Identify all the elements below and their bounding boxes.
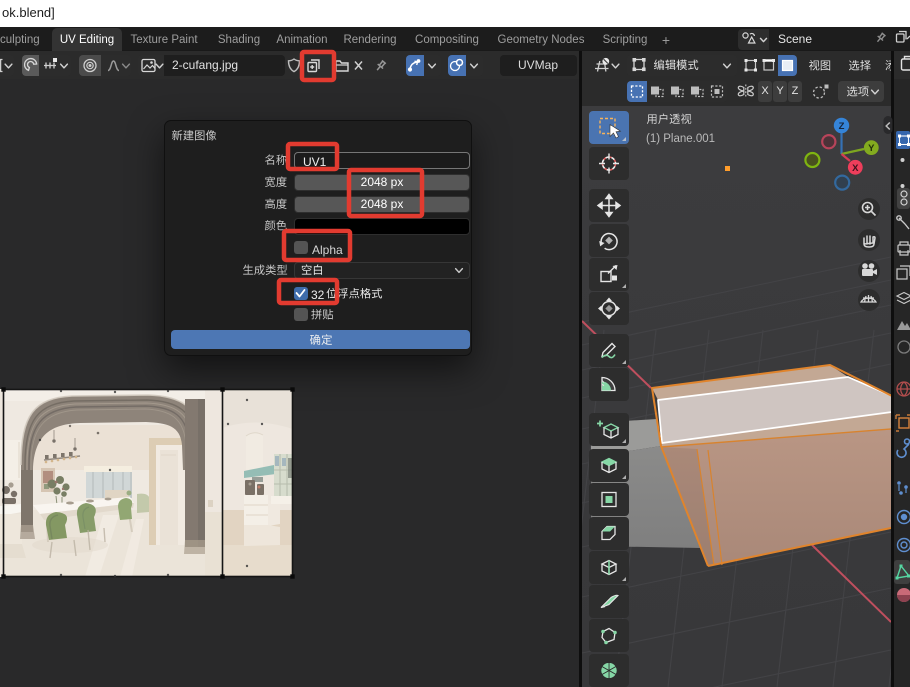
svg-text:X: X [852, 163, 859, 174]
svg-text:Y: Y [868, 143, 875, 154]
svg-text:(1) Plane.001: (1) Plane.001 [646, 133, 715, 145]
svg-text:Z: Z [839, 121, 845, 132]
